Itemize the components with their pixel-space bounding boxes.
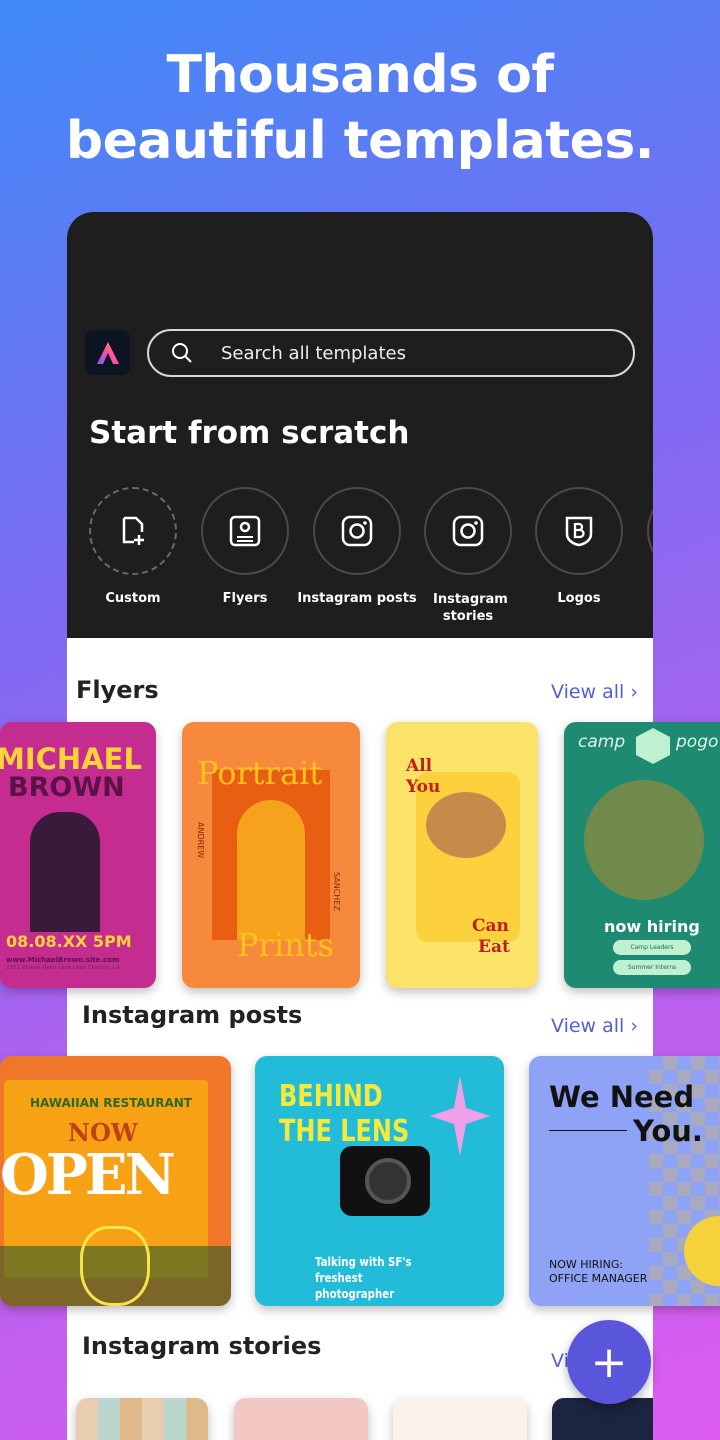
- arrow-right-icon: [549, 1130, 627, 1131]
- story-template-card[interactable]: [234, 1398, 368, 1440]
- header-panel: Search all templates Start from scratch …: [67, 212, 653, 638]
- flyer-text: now hiring: [604, 917, 700, 936]
- app-logo[interactable]: [85, 330, 130, 375]
- post-text: NOW HIRING:: [549, 1258, 624, 1271]
- sparkle-icon: [430, 1076, 490, 1156]
- pineapple-icon: [80, 1226, 150, 1306]
- story-template-card[interactable]: [76, 1398, 208, 1440]
- chevron-right-icon: ›: [630, 1015, 638, 1037]
- singer-photo: [30, 812, 100, 932]
- scratch-label: Instagram posts: [297, 591, 417, 606]
- post-text: HAWAIIAN RESTAURANT: [30, 1096, 192, 1110]
- flyer-text: Can: [472, 916, 509, 936]
- adobe-express-logo-icon: [96, 341, 119, 364]
- instagram-post-template-card[interactable]: We Need You. NOW HIRING: OFFICE MANAGER: [529, 1056, 720, 1306]
- view-all-label: View all: [551, 1015, 625, 1037]
- flyer-text: Summer Interns: [613, 960, 691, 975]
- flyers-view-all[interactable]: View all ›: [551, 681, 638, 703]
- search-icon: [172, 343, 192, 363]
- post-text: We Need: [549, 1080, 695, 1114]
- scratch-label: Custom: [105, 591, 161, 606]
- flyer-text: Eat: [478, 937, 510, 957]
- post-text: You.: [633, 1114, 703, 1148]
- flyer-template-card[interactable]: MICHAEL BROWN 08.08.XX 5PM www.MichaelBr…: [0, 722, 156, 988]
- new-file-icon: [122, 516, 144, 545]
- flyer-text: You: [406, 777, 441, 797]
- post-text: BEHIND: [279, 1079, 383, 1114]
- story-template-card[interactable]: [552, 1398, 653, 1440]
- post-caption: NOW HIRING: OFFICE MANAGER: [549, 1258, 647, 1286]
- instagram-posts-title: Instagram posts: [82, 1001, 303, 1029]
- headline: Thousands of beautiful templates.: [0, 42, 720, 174]
- flyer-text: ANDREW: [196, 822, 205, 859]
- portrait-photo: [212, 770, 330, 940]
- instagram-icon: [341, 515, 373, 547]
- scratch-item-more[interactable]: [647, 487, 653, 591]
- burger-photo: [426, 792, 506, 858]
- flyer-text: SANCHEZ: [332, 872, 341, 911]
- headline-line-1: Thousands of: [166, 45, 554, 105]
- plus-icon: +: [590, 1336, 628, 1388]
- scratch-label: Instagram stories: [433, 592, 508, 624]
- scratch-item-instagram-stories[interactable]: Instagram stories: [424, 487, 512, 625]
- flyer-text: 2701 Willow Oaks Lane Lake Charles, LA: [6, 965, 120, 971]
- camp-badge-icon: [636, 728, 670, 764]
- flyer-text: Prints: [237, 926, 334, 964]
- flyer-text: Portrait: [197, 754, 323, 792]
- kids-photo: [584, 780, 704, 900]
- instagram-stories-title: Instagram stories: [82, 1332, 322, 1360]
- scratch-item-instagram-posts[interactable]: Instagram posts: [297, 487, 417, 606]
- flyers-title: Flyers: [76, 676, 159, 704]
- instagram-post-template-card[interactable]: HAWAIIAN RESTAURANT NOW OPEN: [0, 1056, 231, 1306]
- scratch-item-custom[interactable]: Custom: [89, 487, 177, 606]
- flyer-template-card[interactable]: camp pogo now hiring Camp Leaders Summer…: [564, 722, 720, 988]
- story-template-card[interactable]: [393, 1398, 527, 1440]
- chevron-right-icon: ›: [630, 681, 638, 703]
- flyer-text: camp: [578, 732, 626, 752]
- flyer-text: pogo: [676, 732, 719, 752]
- search-placeholder: Search all templates: [221, 342, 406, 364]
- flyer-text: MICHAEL: [0, 742, 142, 776]
- flyer-text: www.MichaelBrown.site.com: [6, 956, 120, 964]
- headline-line-2: beautiful templates.: [65, 111, 655, 171]
- search-input[interactable]: Search all templates: [147, 329, 635, 377]
- flyer-text: BROWN: [8, 772, 125, 803]
- post-text: OPEN: [0, 1142, 176, 1208]
- scratch-label: Flyers: [222, 591, 268, 606]
- post-text: OFFICE MANAGER: [549, 1272, 648, 1285]
- post-text: THE LENS: [279, 1114, 410, 1149]
- scratch-label: Logos: [557, 591, 601, 606]
- instagram-posts-view-all[interactable]: View all ›: [551, 1015, 638, 1037]
- post-text: Talking with SF's freshest photographer: [315, 1255, 412, 1301]
- scratch-item-flyers[interactable]: Flyers: [201, 487, 289, 606]
- flyer-text: All: [406, 756, 433, 776]
- flyer-text: 08.08.XX 5PM: [6, 932, 132, 951]
- scratch-item-logos[interactable]: Logos: [535, 487, 623, 606]
- flyer-template-card[interactable]: All You Can Eat: [386, 722, 538, 988]
- create-new-button[interactable]: +: [567, 1320, 651, 1404]
- flyer-icon: [229, 515, 261, 547]
- view-all-label: View all: [551, 681, 625, 703]
- start-from-scratch-title: Start from scratch: [89, 415, 410, 451]
- flyer-text: Camp Leaders: [613, 940, 691, 955]
- instagram-post-template-card[interactable]: BEHIND THE LENS Talking with SF's freshe…: [255, 1056, 504, 1306]
- camera-photo: [340, 1146, 430, 1216]
- flyer-template-card[interactable]: Portrait Prints ANDREW SANCHEZ: [182, 722, 360, 988]
- logo-b-icon: [565, 516, 593, 547]
- instagram-icon: [452, 515, 484, 547]
